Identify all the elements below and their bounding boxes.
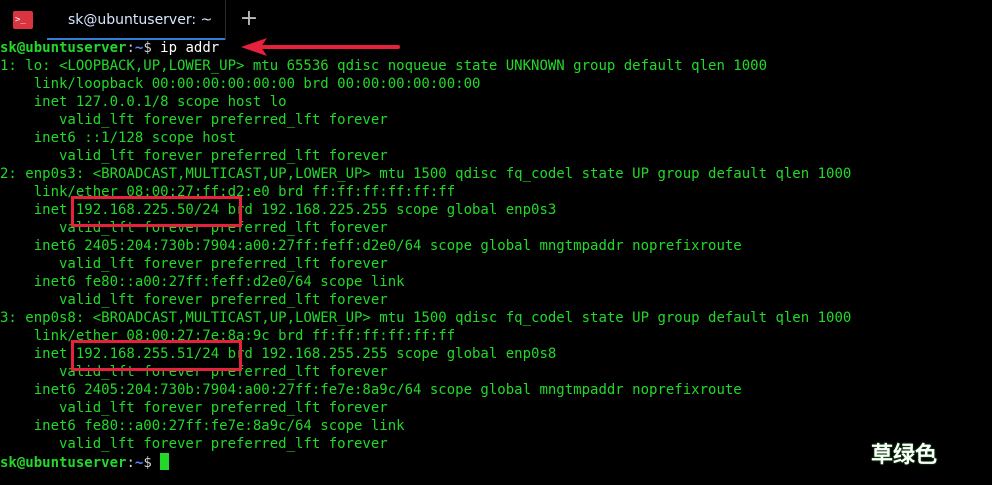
output-line: inet6 ::1/128 scope host [0, 130, 237, 146]
command-output-block: 1: lo: <LOOPBACK,UP,LOWER_UP> mtu 65536 … [0, 57, 992, 453]
prompt-separator: : [126, 455, 135, 471]
prompt-separator: : [126, 40, 135, 56]
prompt-user-host: sk@ubuntuserver [0, 455, 127, 471]
highlight-box-enp0s3-ip [71, 196, 242, 227]
output-line: inet6 fe80::a00:27ff:fe7e:8a9c/64 scope … [0, 418, 405, 434]
tab-divider [225, 0, 226, 40]
terminal-window: >_ sk@ubuntuserver: ~ + sk@ubuntuserver:… [0, 0, 992, 485]
new-tab-plus-icon[interactable]: + [238, 8, 260, 31]
red-arrow-icon [241, 38, 400, 56]
output-line: valid_lft forever preferred_lft forever [0, 256, 388, 272]
prompt-line-current[interactable]: sk@ubuntuserver:~$ [0, 453, 992, 471]
tab-active-terminal[interactable]: sk@ubuntuserver: ~ [47, 0, 225, 40]
prompt-symbol: $ [143, 40, 161, 56]
output-line: 2: enp0s3: <BROADCAST,MULTICAST,UP,LOWER… [0, 166, 852, 182]
highlight-box-enp0s8-ip [71, 340, 242, 371]
tab-bar: >_ sk@ubuntuserver: ~ + [0, 0, 992, 40]
text-cursor [160, 453, 170, 470]
prompt-line-command: sk@ubuntuserver:~$ ip addr [0, 39, 992, 57]
output-line: 3: enp0s8: <BROADCAST,MULTICAST,UP,LOWER… [0, 310, 852, 326]
output-line: link/loopback 00:00:00:00:00:00 brd 00:0… [0, 76, 481, 92]
tab-title: sk@ubuntuserver: ~ [68, 12, 213, 28]
prompt-user-host: sk@ubuntuserver [0, 40, 127, 56]
output-line: inet6 2405:204:730b:7904:a00:27ff:fe7e:8… [0, 382, 742, 398]
watermark-text: 草绿色 [871, 443, 938, 468]
output-line: inet6 2405:204:730b:7904:a00:27ff:feff:d… [0, 238, 742, 254]
output-line: inet 127.0.0.1/8 scope host lo [0, 94, 287, 110]
output-line: valid_lft forever preferred_lft forever [0, 148, 388, 164]
output-line: valid_lft forever preferred_lft forever [0, 112, 388, 128]
output-line: valid_lft forever preferred_lft forever [0, 400, 388, 416]
output-line: inet6 fe80::a00:27ff:feff:d2e0/64 scope … [0, 274, 405, 290]
command-text: ip addr [160, 40, 220, 56]
output-line: 1: lo: <LOOPBACK,UP,LOWER_UP> mtu 65536 … [0, 58, 768, 74]
terminal-output[interactable]: sk@ubuntuserver:~$ ip addr 1: lo: <LOOPB… [0, 39, 992, 471]
output-line: valid_lft forever preferred_lft forever [0, 292, 388, 308]
prompt-symbol: $ [143, 455, 161, 471]
output-line: valid_lft forever preferred_lft forever [0, 436, 388, 452]
terminal-app-icon[interactable]: >_ [13, 11, 33, 29]
